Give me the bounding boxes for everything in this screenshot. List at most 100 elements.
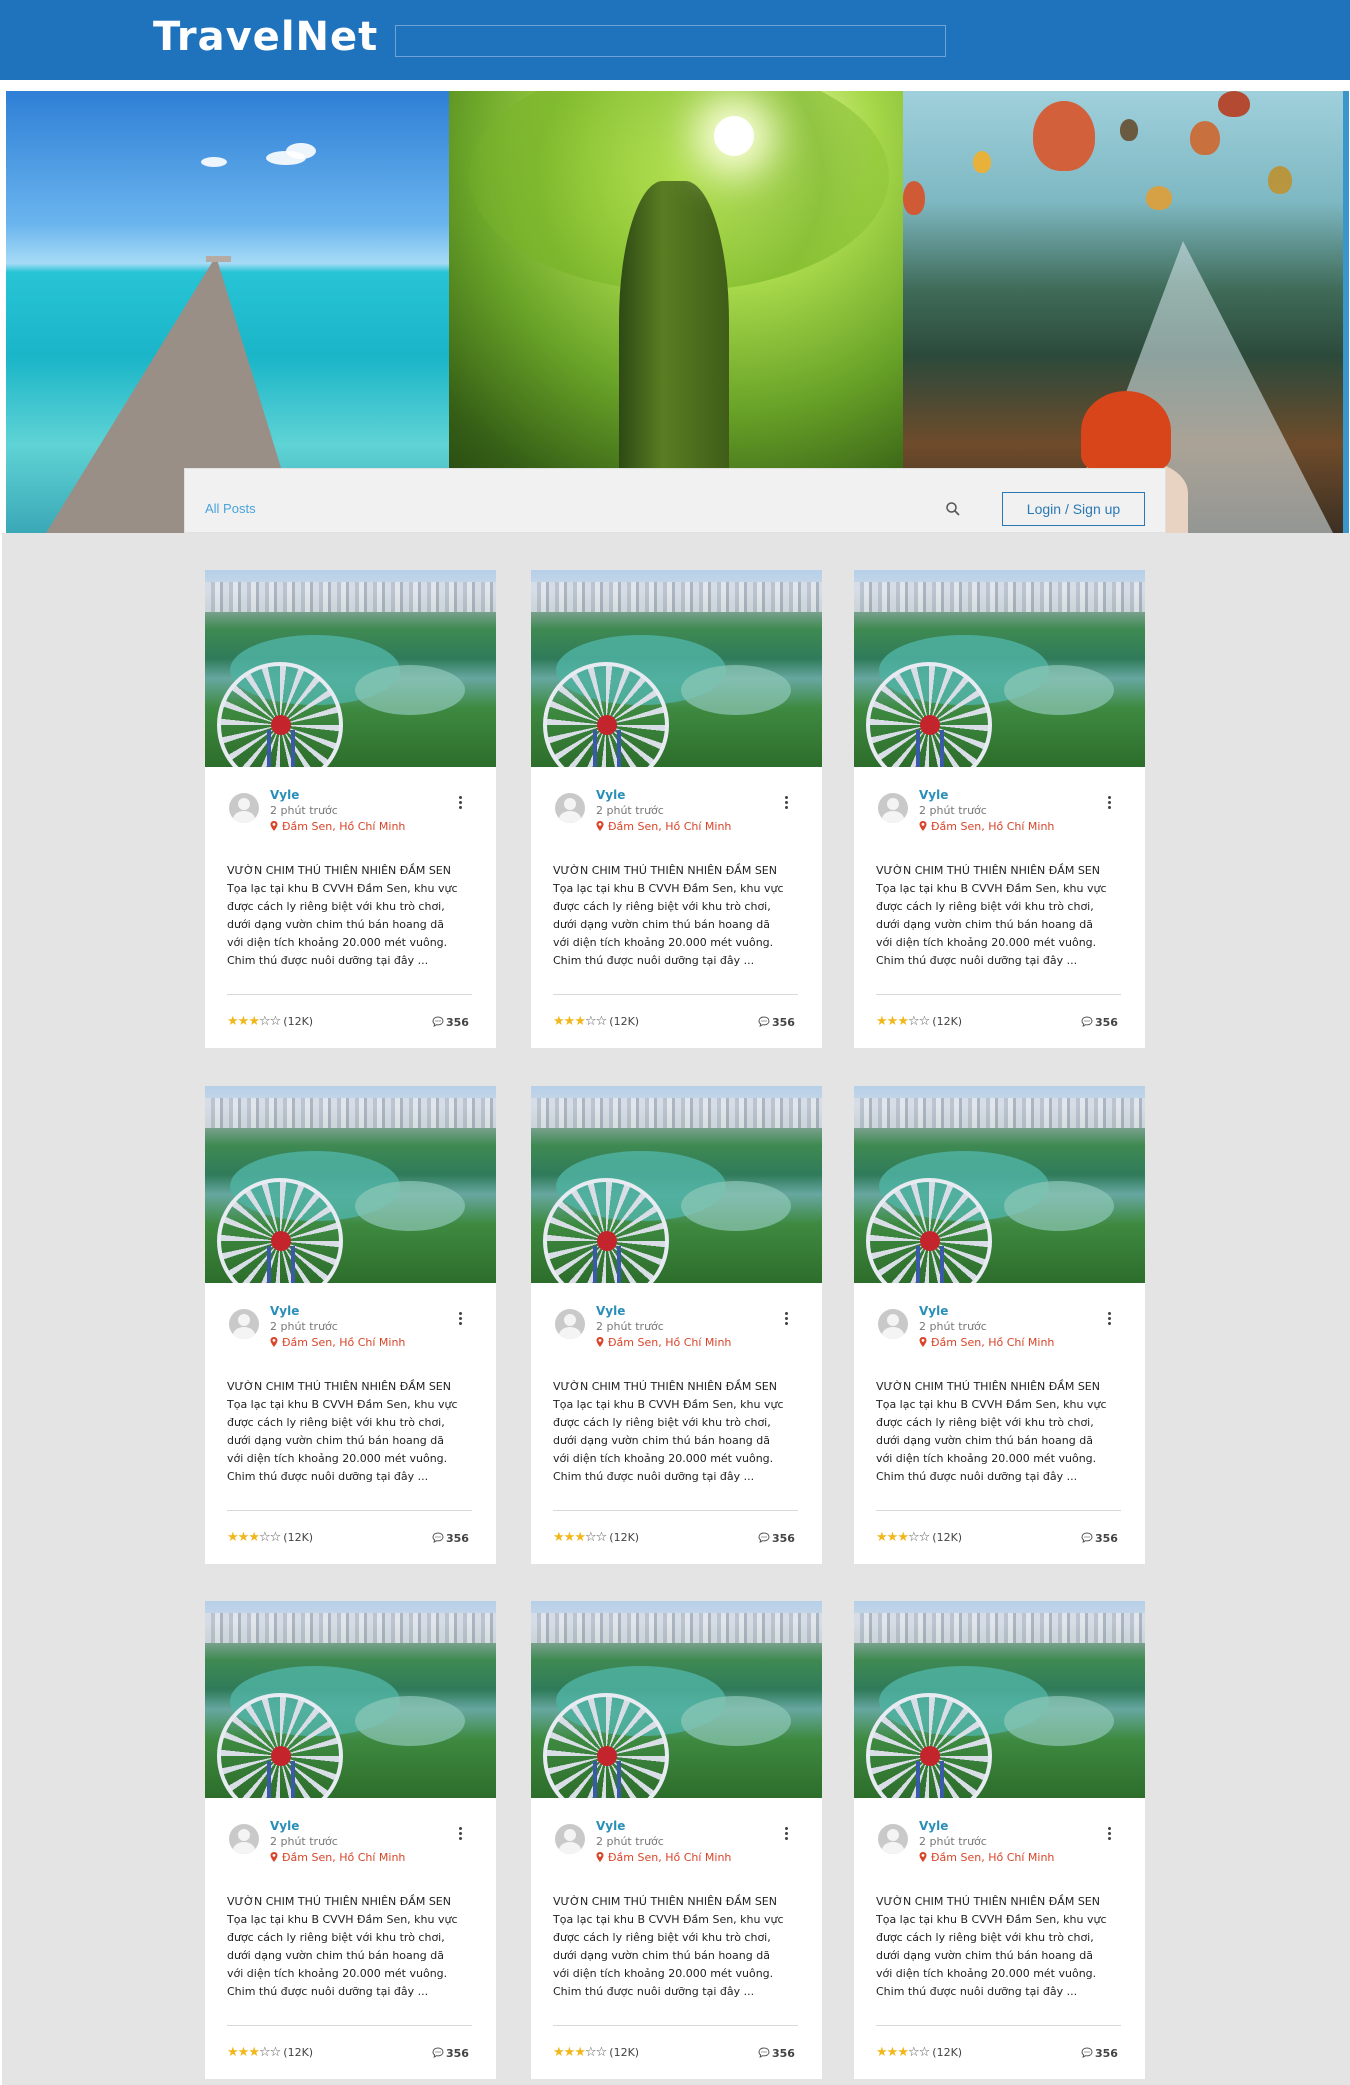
post-card[interactable]: Vyle 2 phút trước Đầm Sen, Hồ Chí Minh V…	[205, 570, 496, 1048]
post-card[interactable]: Vyle 2 phút trước Đầm Sen, Hồ Chí Minh V…	[531, 570, 822, 1048]
post-excerpt[interactable]: VƯỜN CHIM THÚ THIÊN NHIÊN ĐẦM SEN Tọa lạ…	[227, 1378, 477, 1486]
post-image[interactable]	[531, 570, 822, 767]
more-options-icon[interactable]	[1106, 1827, 1112, 1845]
post-card[interactable]: Vyle 2 phút trước Đầm Sen, Hồ Chí Minh V…	[854, 570, 1145, 1048]
post-card[interactable]: Vyle 2 phút trước Đầm Sen, Hồ Chí Minh V…	[854, 1601, 1145, 2079]
star-filled-icon[interactable]: ★	[564, 1530, 576, 1545]
post-author[interactable]: Vyle	[270, 788, 299, 802]
search-icon[interactable]	[945, 501, 961, 517]
post-location[interactable]: Đầm Sen, Hồ Chí Minh	[270, 1851, 405, 1864]
star-empty-icon[interactable]: ☆	[908, 2045, 920, 2060]
post-comments[interactable]: 356	[1081, 1016, 1118, 1029]
post-location[interactable]: Đầm Sen, Hồ Chí Minh	[919, 1336, 1054, 1349]
star-empty-icon[interactable]: ☆	[919, 1014, 931, 1029]
avatar[interactable]	[229, 1309, 259, 1339]
star-filled-icon[interactable]: ★	[564, 1014, 576, 1029]
post-location[interactable]: Đầm Sen, Hồ Chí Minh	[596, 820, 731, 833]
post-excerpt[interactable]: VƯỜN CHIM THÚ THIÊN NHIÊN ĐẦM SEN Tọa lạ…	[876, 1893, 1126, 2001]
all-posts-link[interactable]: All Posts	[205, 501, 256, 516]
star-filled-icon[interactable]: ★	[897, 1014, 909, 1029]
post-rating[interactable]: ★★★☆☆ (12K)	[876, 2045, 962, 2060]
star-filled-icon[interactable]: ★	[248, 1530, 260, 1545]
post-rating[interactable]: ★★★☆☆ (12K)	[227, 1530, 313, 1545]
search-input[interactable]	[395, 25, 946, 57]
rating-stars[interactable]: ★★★☆☆	[227, 1530, 282, 1545]
post-rating[interactable]: ★★★☆☆ (12K)	[553, 2045, 639, 2060]
post-excerpt[interactable]: VƯỜN CHIM THÚ THIÊN NHIÊN ĐẦM SEN Tọa lạ…	[553, 1893, 803, 2001]
star-empty-icon[interactable]: ☆	[585, 1530, 597, 1545]
star-empty-icon[interactable]: ☆	[259, 1014, 271, 1029]
post-author[interactable]: Vyle	[596, 788, 625, 802]
post-location[interactable]: Đầm Sen, Hồ Chí Minh	[919, 820, 1054, 833]
more-options-icon[interactable]	[457, 1827, 463, 1845]
rating-stars[interactable]: ★★★☆☆	[876, 2045, 931, 2060]
star-filled-icon[interactable]: ★	[574, 1530, 586, 1545]
post-comments[interactable]: 356	[758, 1016, 795, 1029]
rating-stars[interactable]: ★★★☆☆	[553, 1530, 607, 1545]
star-empty-icon[interactable]: ☆	[259, 2045, 271, 2060]
more-options-icon[interactable]	[1106, 1312, 1112, 1330]
star-filled-icon[interactable]: ★	[887, 1014, 899, 1029]
star-empty-icon[interactable]: ☆	[919, 1530, 931, 1545]
avatar[interactable]	[555, 1824, 585, 1854]
post-card[interactable]: Vyle 2 phút trước Đầm Sen, Hồ Chí Minh V…	[531, 1086, 822, 1564]
post-rating[interactable]: ★★★☆☆ (12K)	[553, 1530, 639, 1545]
rating-stars[interactable]: ★★★☆☆	[553, 2045, 608, 2060]
star-empty-icon[interactable]: ☆	[908, 1530, 920, 1545]
star-empty-icon[interactable]: ☆	[270, 1014, 282, 1029]
post-excerpt[interactable]: VƯỜN CHIM THÚ THIÊN NHIÊN ĐẦM SEN Tọa lạ…	[876, 1378, 1126, 1486]
rating-stars[interactable]: ★★★☆☆	[227, 2045, 282, 2060]
star-empty-icon[interactable]: ☆	[585, 1014, 597, 1029]
star-empty-icon[interactable]: ☆	[908, 1014, 920, 1029]
rating-stars[interactable]: ★★★☆☆	[227, 1014, 282, 1029]
star-filled-icon[interactable]: ★	[574, 1014, 586, 1029]
star-filled-icon[interactable]: ★	[553, 2045, 565, 2060]
post-excerpt[interactable]: VƯỜN CHIM THÚ THIÊN NHIÊN ĐẦM SEN Tọa lạ…	[227, 1893, 477, 2001]
star-filled-icon[interactable]: ★	[574, 2045, 586, 2060]
star-filled-icon[interactable]: ★	[887, 2045, 899, 2060]
post-image[interactable]	[854, 570, 1145, 767]
star-filled-icon[interactable]: ★	[238, 2045, 250, 2060]
post-card[interactable]: Vyle 2 phút trước Đầm Sen, Hồ Chí Minh V…	[531, 1601, 822, 2079]
avatar[interactable]	[555, 793, 585, 823]
avatar[interactable]	[878, 793, 908, 823]
post-excerpt[interactable]: VƯỜN CHIM THÚ THIÊN NHIÊN ĐẦM SEN Tọa lạ…	[553, 862, 803, 970]
post-comments[interactable]: 356	[432, 1532, 469, 1545]
post-excerpt[interactable]: VƯỜN CHIM THÚ THIÊN NHIÊN ĐẦM SEN Tọa lạ…	[553, 1378, 803, 1486]
post-excerpt[interactable]: VƯỜN CHIM THÚ THIÊN NHIÊN ĐẦM SEN Tọa lạ…	[227, 862, 477, 970]
rating-stars[interactable]: ★★★☆☆	[876, 1530, 931, 1545]
star-filled-icon[interactable]: ★	[897, 2045, 909, 2060]
post-card[interactable]: Vyle 2 phút trước Đầm Sen, Hồ Chí Minh V…	[205, 1601, 496, 2079]
post-image[interactable]	[205, 570, 496, 767]
post-rating[interactable]: ★★★☆☆ (12K)	[227, 1014, 313, 1029]
post-author[interactable]: Vyle	[270, 1304, 299, 1318]
post-location[interactable]: Đầm Sen, Hồ Chí Minh	[596, 1851, 731, 1864]
post-image[interactable]	[854, 1601, 1145, 1798]
post-comments[interactable]: 356	[758, 2047, 795, 2060]
star-empty-icon[interactable]: ☆	[596, 2045, 608, 2060]
star-filled-icon[interactable]: ★	[876, 1530, 888, 1545]
post-rating[interactable]: ★★★☆☆ (12K)	[553, 1014, 639, 1029]
star-filled-icon[interactable]: ★	[227, 2045, 239, 2060]
post-author[interactable]: Vyle	[596, 1819, 625, 1833]
post-excerpt[interactable]: VƯỜN CHIM THÚ THIÊN NHIÊN ĐẦM SEN Tọa lạ…	[876, 862, 1126, 970]
post-rating[interactable]: ★★★☆☆ (12K)	[227, 2045, 313, 2060]
star-filled-icon[interactable]: ★	[248, 1014, 260, 1029]
star-empty-icon[interactable]: ☆	[270, 1530, 282, 1545]
more-options-icon[interactable]	[783, 1827, 789, 1845]
star-empty-icon[interactable]: ☆	[919, 2045, 931, 2060]
post-location[interactable]: Đầm Sen, Hồ Chí Minh	[596, 1336, 731, 1349]
more-options-icon[interactable]	[783, 796, 789, 814]
post-author[interactable]: Vyle	[596, 1304, 625, 1318]
star-empty-icon[interactable]: ☆	[270, 2045, 282, 2060]
star-empty-icon[interactable]: ☆	[596, 1014, 608, 1029]
rating-stars[interactable]: ★★★☆☆	[876, 1014, 931, 1029]
post-comments[interactable]: 356	[432, 2047, 469, 2060]
post-rating[interactable]: ★★★☆☆ (12K)	[876, 1014, 962, 1029]
star-filled-icon[interactable]: ★	[887, 1530, 899, 1545]
post-author[interactable]: Vyle	[270, 1819, 299, 1833]
more-options-icon[interactable]	[457, 1312, 463, 1330]
star-filled-icon[interactable]: ★	[238, 1014, 250, 1029]
star-filled-icon[interactable]: ★	[876, 1014, 888, 1029]
star-filled-icon[interactable]: ★	[248, 2045, 260, 2060]
